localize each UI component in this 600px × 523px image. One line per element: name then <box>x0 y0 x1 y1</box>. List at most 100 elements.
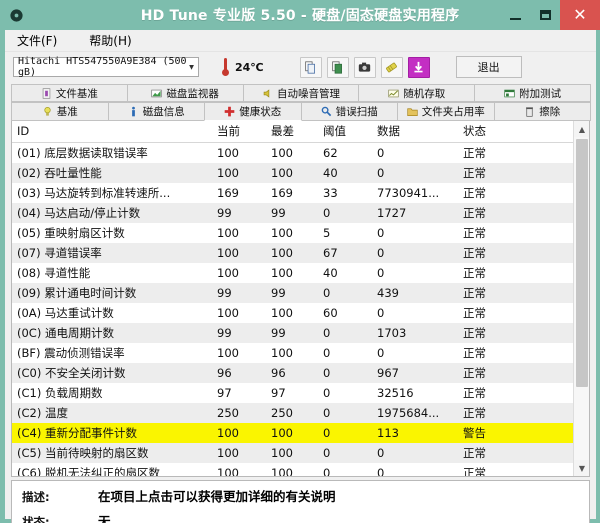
cell-current: 100 <box>217 305 239 320</box>
toolbar-buttons <box>299 56 430 78</box>
smart-table-panel: ID 当前 最差 阈值 数据 状态 (01) 底层数据读取错误率 100 100 62… <box>11 121 590 477</box>
menu-file[interactable]: 文件(F) <box>13 30 67 51</box>
smart-table: ID 当前 最差 阈值 数据 状态 (01) 底层数据读取错误率 100 100 62… <box>12 121 589 477</box>
cell-current: 100 <box>212 442 266 463</box>
tab-folder-usage[interactable]: 文件夹占用率 <box>397 102 495 121</box>
scroll-up-icon[interactable]: ▲ <box>574 121 589 137</box>
cell-worst: 99 <box>266 282 318 303</box>
cell-current: 100 <box>217 265 239 280</box>
cell-threshold: 0 <box>318 442 372 463</box>
disk-monitor-icon <box>151 88 163 99</box>
scrollbar-thumb[interactable] <box>576 139 588 387</box>
tab-health-status[interactable]: 健康状态 <box>204 102 302 121</box>
cell-threshold: 40 <box>323 265 338 280</box>
table-row[interactable]: (BF) 震动侦测错误率 100 100 0 0 正常 <box>12 343 589 363</box>
cell-worst: 100 <box>266 242 318 263</box>
table-row[interactable]: (03) 马达旋转到标准转速所... 169 169 33 7730941... 正常 <box>12 183 589 203</box>
table-row[interactable]: (C0) 不安全关闭计数 96 96 0 967 正常 <box>12 362 589 383</box>
cell-current: 100 <box>217 345 239 360</box>
tab-disk-monitor[interactable]: 磁盘监视器 <box>126 84 244 102</box>
tab-label: 磁盘信息 <box>142 106 185 118</box>
camera-icon[interactable] <box>353 56 376 78</box>
cell-status: 正常 <box>458 442 548 463</box>
table-row[interactable]: (08) 寻道性能 100 100 40 0 正常 <box>12 263 589 283</box>
copy-icon[interactable] <box>299 56 322 78</box>
tag-icon[interactable] <box>380 56 403 78</box>
maximize-button[interactable] <box>530 0 560 30</box>
column-header-id[interactable]: ID <box>12 121 212 143</box>
cell-data: 0 <box>372 242 458 263</box>
cell-worst: 97 <box>271 385 286 400</box>
table-row[interactable]: (01) 底层数据读取错误率 100 100 62 0 正常 <box>12 143 589 163</box>
scroll-down-icon[interactable]: ▼ <box>574 460 589 476</box>
table-row[interactable]: (04) 马达启动/停止计数 99 99 0 1727 正常 <box>12 202 589 223</box>
cell-worst: 100 <box>271 345 293 360</box>
column-header-status[interactable]: 状态 <box>458 121 548 143</box>
column-header-current[interactable]: 当前 <box>212 121 266 143</box>
cell-status: 正常 <box>458 362 548 383</box>
download-icon[interactable] <box>407 56 430 78</box>
tab-random-access[interactable]: 随机存取 <box>358 84 476 102</box>
cell-id: (BF) 震动侦测错误率 <box>17 345 125 360</box>
tab-extra-tests[interactable]: 附加测试 <box>474 84 591 102</box>
column-header-worst[interactable]: 最差 <box>266 121 318 143</box>
cell-threshold: 0 <box>318 202 372 223</box>
table-row[interactable]: (02) 吞吐量性能 100 100 40 0 正常 <box>12 162 589 183</box>
cell-threshold: 5 <box>323 225 331 240</box>
tab-error-scan[interactable]: 错误扫描 <box>300 102 398 121</box>
drive-select-value: Hitachi HTS547550A9E384 (500 gB) <box>18 56 187 78</box>
table-body: (01) 底层数据读取错误率 100 100 62 0 正常 (02) 吞吐量性能 100 10… <box>12 143 589 477</box>
cell-threshold: 67 <box>318 242 372 263</box>
copy-green-icon[interactable] <box>326 56 349 78</box>
cell-id: (C1) 负载周期数 <box>17 385 103 400</box>
column-header-threshold[interactable]: 阈值 <box>318 121 372 143</box>
extra-tests-icon <box>504 88 515 99</box>
tab-label: 擦除 <box>539 106 561 118</box>
vertical-scrollbar[interactable]: ▲ ▼ <box>573 121 589 476</box>
cell-id: (01) 底层数据读取错误率 <box>17 145 148 160</box>
cell-current: 100 <box>217 465 239 477</box>
close-button[interactable]: ✕ <box>560 0 600 30</box>
cell-threshold: 0 <box>318 282 372 303</box>
tab-benchmark[interactable]: 基准 <box>11 102 109 121</box>
tab-erase[interactable]: 擦除 <box>493 102 591 121</box>
cell-data: 0 <box>377 145 385 160</box>
cell-id: (03) 马达旋转到标准转速所... <box>17 185 171 200</box>
title-bar: HD Tune 专业版 5.50 - 硬盘/固态硬盘实用程序 ✕ <box>0 0 600 30</box>
cell-status: 正常 <box>463 145 486 160</box>
cell-threshold: 40 <box>318 162 372 183</box>
temperature-value: 24℃ <box>235 60 264 74</box>
tab-file-benchmark[interactable]: 文件基准 <box>11 84 128 102</box>
cell-data: 0 <box>377 225 385 240</box>
tab-disk-info[interactable]: 磁盘信息 <box>107 102 205 121</box>
cell-id: (0C) 通电周期计数 <box>12 322 212 343</box>
folder-usage-icon <box>407 106 418 117</box>
menu-help[interactable]: 帮助(H) <box>85 30 141 51</box>
minimize-button[interactable] <box>500 0 530 30</box>
table-row[interactable]: (09) 累计通电时间计数 99 99 0 439 正常 <box>12 282 589 303</box>
table-row[interactable]: (0C) 通电周期计数 99 99 0 1703 正常 <box>12 322 589 343</box>
cell-data: 0 <box>372 162 458 183</box>
table-row[interactable]: (C5) 当前待映射的扇区数 100 100 0 0 正常 <box>12 442 589 463</box>
table-row[interactable]: (07) 寻道错误率 100 100 67 0 正常 <box>12 242 589 263</box>
tab-label: 健康状态 <box>239 106 282 118</box>
column-header-data[interactable]: 数据 <box>372 121 458 143</box>
table-row[interactable]: (C1) 负载周期数 97 97 0 32516 正常 <box>12 383 589 403</box>
table-row[interactable]: (C2) 温度 250 250 0 1975684... 正常 <box>12 402 589 423</box>
cell-id: (07) 寻道错误率 <box>12 242 212 263</box>
exit-button[interactable]: 退出 <box>455 56 522 78</box>
table-row[interactable]: (0A) 马达重试计数 100 100 60 0 正常 <box>12 303 589 323</box>
cell-worst: 100 <box>266 162 318 183</box>
tab-label: 文件基准 <box>55 87 98 100</box>
table-row[interactable]: (05) 重映射扇区计数 100 100 5 0 正常 <box>12 223 589 243</box>
table-row[interactable]: (C4) 重新分配事件计数 100 100 0 113 警告 <box>12 422 589 443</box>
cell-data: 439 <box>372 282 458 303</box>
table-row[interactable]: (C6) 脱机无法纠正的扇区数 100 100 0 0 正常 <box>12 463 589 477</box>
cell-data: 1703 <box>372 322 458 343</box>
acoustic-icon <box>262 88 273 99</box>
drive-select[interactable]: Hitachi HTS547550A9E384 (500 gB) ▼ <box>13 56 199 78</box>
tab-acoustic-management[interactable]: 自动噪音管理 <box>242 84 360 102</box>
cell-current: 97 <box>217 385 232 400</box>
cell-worst: 100 <box>271 305 293 320</box>
cell-data: 1975684... <box>372 402 458 423</box>
